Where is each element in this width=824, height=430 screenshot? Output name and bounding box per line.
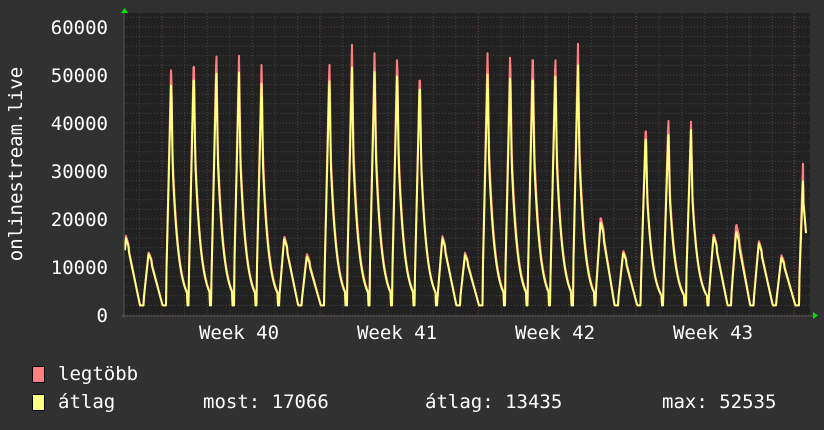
legend-now-value: most: 17066 — [203, 391, 329, 413]
y-tick-label: 20000 — [51, 209, 108, 231]
legend-avg-label: átlag — [58, 391, 116, 413]
legend-max-label: legtöbb — [58, 363, 139, 385]
y-tick-label: 10000 — [51, 257, 108, 279]
y-tick-label: 0 — [97, 305, 108, 327]
y-tick-label: 60000 — [51, 17, 108, 39]
x-axis-arrow-icon — [813, 312, 818, 319]
x-tick-label: Week 42 — [515, 322, 595, 344]
y-tick-label: 40000 — [51, 113, 108, 135]
y-tick-label: 30000 — [51, 161, 108, 183]
legend-max-value: max: 52535 — [662, 391, 777, 413]
x-tick-label: Week 41 — [357, 322, 437, 344]
legend-swatch-avg — [32, 394, 45, 411]
y-tick-label: 50000 — [51, 65, 108, 87]
x-tick-label: Week 43 — [673, 322, 753, 344]
chart: 0 10000 20000 30000 40000 50000 60000 Week 40 We… — [0, 0, 824, 430]
legend-avg-value: átlag: 13435 — [425, 391, 563, 413]
y-axis-label: onlinestream.live — [5, 67, 27, 261]
y-axis-arrow-icon — [121, 8, 128, 13]
x-tick-label: Week 40 — [199, 322, 279, 344]
legend-swatch-max — [32, 366, 45, 383]
